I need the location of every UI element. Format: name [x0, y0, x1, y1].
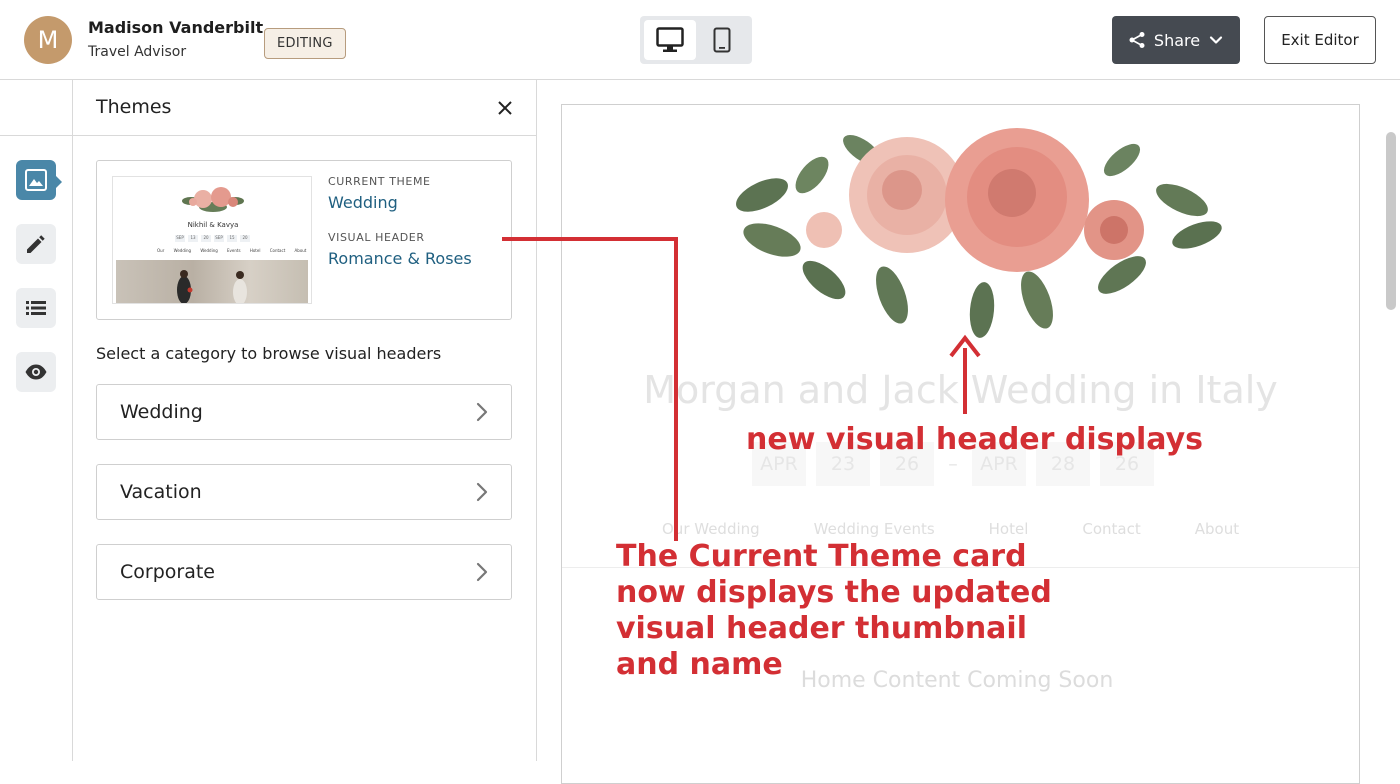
annotation-header-note: new visual header displays	[746, 422, 1204, 457]
roses-thumbnail-icon	[182, 187, 244, 212]
chevron-down-icon	[1209, 36, 1223, 44]
thumb-date: SEP	[214, 235, 224, 242]
site-nav-hotel[interactable]: Hotel	[989, 520, 1029, 538]
chevron-right-icon	[476, 402, 488, 422]
arrow-up-icon	[949, 334, 981, 358]
annotation-line: now displays the updated	[616, 575, 1052, 610]
roses-header-image	[736, 128, 1222, 338]
panel-title: Themes	[96, 96, 172, 118]
mobile-view-button[interactable]	[696, 20, 748, 60]
pencil-icon	[27, 235, 45, 253]
current-theme-value: Wedding	[328, 193, 398, 212]
current-theme-label: CURRENT THEME	[328, 175, 431, 188]
exit-editor-button[interactable]: Exit Editor	[1264, 16, 1376, 64]
category-corporate[interactable]: Corporate	[96, 544, 512, 600]
rail-preview-button[interactable]	[16, 352, 56, 392]
preview-scrollbar[interactable]	[1386, 132, 1396, 310]
image-icon	[25, 169, 47, 191]
mobile-icon	[713, 27, 731, 53]
panel-header: Themes	[73, 80, 536, 136]
themes-panel: Themes Nikhil & Kavya SEP 13 20 SEP 15 2…	[73, 80, 537, 761]
chevron-right-icon	[476, 482, 488, 502]
close-icon[interactable]	[493, 96, 517, 120]
eye-icon	[25, 364, 47, 380]
browse-label: Select a category to browse visual heade…	[96, 344, 442, 363]
site-nav: Our Wedding Wedding Events Hotel Contact…	[662, 520, 1239, 538]
site-nav-contact[interactable]: Contact	[1082, 520, 1140, 538]
category-label: Wedding	[120, 401, 203, 423]
annotation-line: visual header thumbnail	[616, 611, 1027, 646]
annotation-card-note: The Current Theme card now displays the …	[616, 539, 1052, 683]
annotation-line-horizontal	[502, 237, 678, 241]
visual-header-label: VISUAL HEADER	[328, 231, 425, 244]
user-role: Travel Advisor	[88, 44, 187, 60]
thumb-date: 13	[188, 235, 198, 242]
couple-photo-icon	[177, 270, 247, 303]
rail-active-indicator	[56, 176, 62, 188]
thumbnail-photo	[116, 260, 308, 303]
avatar[interactable]: M	[24, 16, 72, 64]
desktop-view-button[interactable]	[644, 20, 696, 60]
list-icon	[26, 301, 46, 315]
rail-edit-button[interactable]	[16, 224, 56, 264]
device-toggle	[640, 16, 752, 64]
theme-thumbnail: Nikhil & Kavya SEP 13 20 SEP 15 20 Our W…	[112, 176, 312, 304]
thumb-date: SEP	[175, 235, 185, 242]
category-label: Vacation	[120, 481, 202, 503]
share-icon	[1129, 32, 1145, 48]
rail-themes-button[interactable]	[16, 160, 56, 200]
rail-pages-button[interactable]	[16, 288, 56, 328]
thumb-date: 20	[240, 235, 250, 242]
top-bar: M Madison Vanderbilt Travel Advisor EDIT…	[0, 0, 1400, 80]
category-vacation[interactable]: Vacation	[96, 464, 512, 520]
visual-header-value: Romance & Roses	[328, 249, 472, 268]
site-nav-wedding-events[interactable]: Wedding Events	[814, 520, 935, 538]
editing-badge: EDITING	[264, 28, 346, 59]
rail-top	[0, 80, 72, 136]
thumbnail-dates: SEP 13 20 SEP 15 20	[175, 235, 250, 242]
site-title: Morgan and Jack Wedding in Italy	[643, 368, 1278, 412]
desktop-icon	[656, 27, 684, 52]
category-wedding[interactable]: Wedding	[96, 384, 512, 440]
annotation-line: and name	[616, 647, 783, 682]
thumbnail-nav: Our Wedding Wedding Events Hotel Contact…	[157, 248, 307, 253]
share-label: Share	[1153, 30, 1201, 50]
annotation-line: The Current Theme card	[616, 539, 1027, 574]
category-label: Corporate	[120, 561, 215, 583]
share-button[interactable]: Share	[1112, 16, 1240, 64]
user-name: Madison Vanderbilt	[88, 18, 264, 37]
chevron-right-icon	[476, 562, 488, 582]
annotation-line-vertical	[674, 237, 678, 541]
thumbnail-names: Nikhil & Kavya	[187, 221, 239, 229]
current-theme-card: Nikhil & Kavya SEP 13 20 SEP 15 20 Our W…	[96, 160, 512, 320]
thumb-date: 20	[201, 235, 211, 242]
thumb-date: 15	[227, 235, 237, 242]
left-rail	[0, 80, 73, 761]
site-nav-about[interactable]: About	[1195, 520, 1239, 538]
